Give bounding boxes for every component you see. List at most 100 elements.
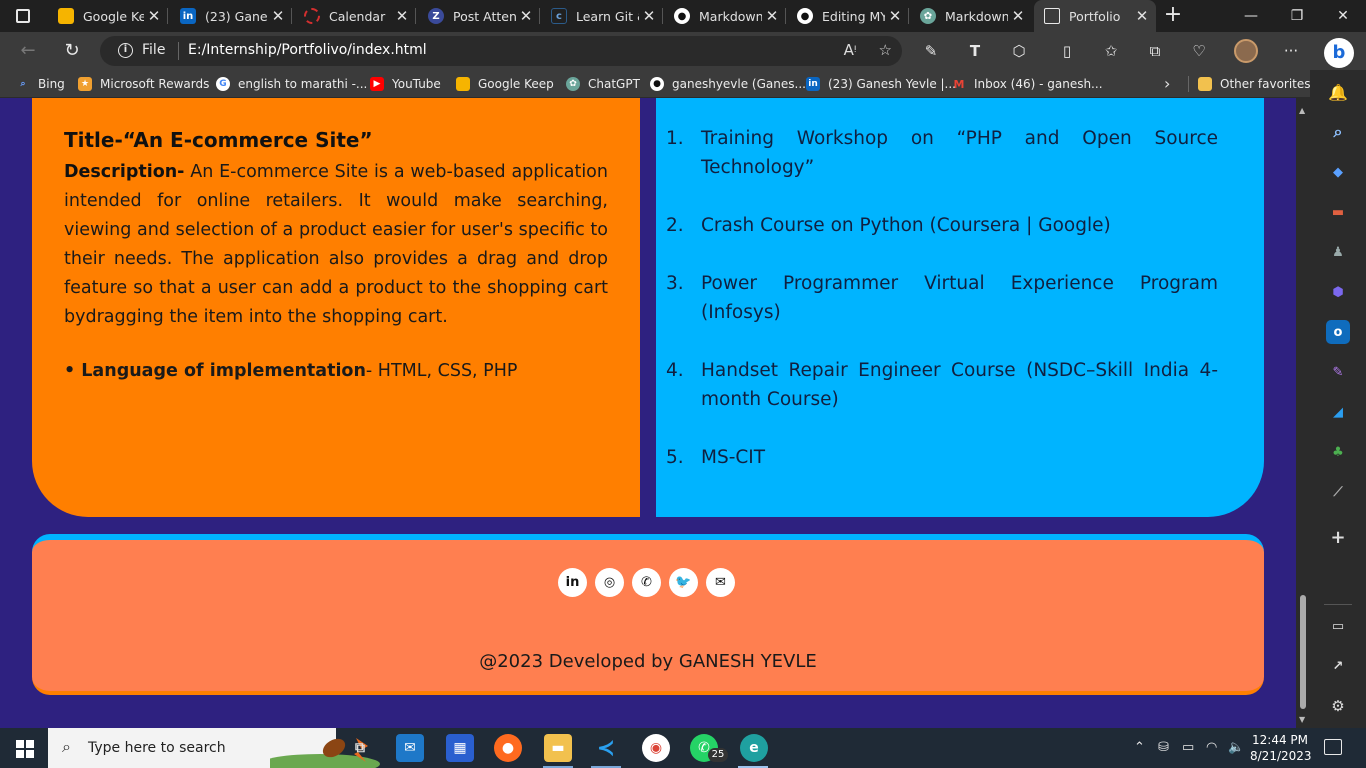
restore-button[interactable]: ❐ [1274, 0, 1320, 32]
vscode-icon[interactable]: ≺ [592, 734, 620, 762]
address-bar[interactable]: i File E:/Internship/Portfolivo/index.ht… [100, 36, 902, 66]
close-tab-icon[interactable]: ✕ [1008, 7, 1028, 25]
close-tab-icon[interactable]: ✕ [639, 7, 659, 25]
firefox-icon[interactable]: ● [494, 734, 522, 762]
tab-portfolio[interactable]: Portfolio ✕ [1034, 0, 1156, 32]
other-favorites[interactable]: Other favorites [1198, 76, 1311, 92]
url-text[interactable]: E:/Internship/Portfolivo/index.html [188, 42, 427, 58]
send-icon[interactable]: ◢ [1326, 400, 1350, 424]
chrome-icon[interactable]: ◉ [642, 734, 670, 762]
games-icon[interactable]: ♟ [1326, 240, 1350, 264]
favorite-star-icon[interactable]: ☆ [879, 41, 892, 59]
scrollbar-thumb[interactable] [1300, 595, 1306, 709]
tab-learn-git[interactable]: c Learn Git & ✕ [541, 0, 663, 32]
close-tab-icon[interactable]: ✕ [885, 7, 905, 25]
open-external-icon[interactable]: ↗ [1326, 654, 1350, 678]
mail-app-icon[interactable]: ✉ [396, 734, 424, 762]
search-icon[interactable]: ⌕ [1326, 120, 1350, 144]
split-screen-icon[interactable]: ▯ [1056, 40, 1078, 62]
profile-avatar[interactable] [1234, 39, 1258, 63]
ruler-icon[interactable]: ⟋ [1326, 480, 1350, 504]
task-view-icon[interactable]: ⧉ [346, 734, 374, 762]
tab-google-keep[interactable]: Google Ke ✕ [48, 0, 168, 32]
tools-briefcase-icon[interactable]: ▬ [1326, 200, 1350, 224]
read-aloud-icon[interactable]: Aᵎ [844, 41, 857, 59]
extensions-icon[interactable]: ⬡ [1008, 40, 1030, 62]
microsoft365-icon[interactable]: ⬢ [1326, 280, 1350, 304]
scroll-down-icon[interactable]: ▼ [1299, 715, 1305, 724]
designer-icon[interactable]: ✎ [1326, 360, 1350, 384]
tab-calendar[interactable]: Calendar ✕ [294, 0, 416, 32]
minimize-button[interactable]: — [1228, 0, 1274, 32]
usb-device-icon[interactable]: ⛁ [1158, 740, 1169, 755]
tab-markdown-github[interactable]: ● Markdown ✕ [664, 0, 786, 32]
linkedin-icon[interactable]: in [558, 568, 587, 597]
tab-post-attendance[interactable]: Z Post Atten ✕ [418, 0, 540, 32]
tab-actions-menu-icon[interactable] [14, 7, 32, 25]
fav-youtube[interactable]: ▶ YouTube [370, 76, 441, 92]
twitter-icon[interactable]: 🐦 [669, 568, 698, 597]
close-tab-icon[interactable]: ✕ [1132, 7, 1152, 25]
show-hidden-icons-chevron[interactable]: ⌃ [1134, 740, 1145, 755]
close-tab-icon[interactable]: ✕ [516, 7, 536, 25]
tab-markdown-chatgpt[interactable]: ✿ Markdown ✕ [910, 0, 1032, 32]
notification-center-icon[interactable] [1324, 739, 1342, 755]
fav-microsoft-rewards[interactable]: ★ Microsoft Rewards [78, 76, 209, 92]
edge-sidebar: 🔔 ⌕ ◆ ▬ ♟ ⬢ o ✎ ◢ ♣ ⟋ + ▭ ↗ ⚙ [1310, 70, 1366, 728]
tab-linkedin[interactable]: in (23) Ganes ✕ [170, 0, 292, 32]
close-tab-icon[interactable]: ✕ [268, 7, 288, 25]
fav-google-keep[interactable]: Google Keep [456, 76, 554, 92]
microsoft-store-icon[interactable]: ▦ [446, 734, 474, 762]
close-window-button[interactable]: ✕ [1320, 0, 1366, 32]
list-item: 1. Training Workshop on “PHP and Open Sou… [666, 128, 1218, 178]
taskbar-search-input[interactable]: ⌕ Type here to search [48, 728, 380, 768]
shopping-tag-icon[interactable]: ◆ [1326, 160, 1350, 184]
battery-icon[interactable]: ▭ [1182, 740, 1194, 755]
list-item: 5. MS-CIT [666, 447, 766, 468]
page-scrollbar[interactable]: ▲ ▼ [1296, 98, 1310, 728]
new-tab-button[interactable]: + [1162, 4, 1184, 26]
fav-github[interactable]: ● ganeshyevle (Ganes... [650, 76, 806, 92]
outlook-icon[interactable]: o [1326, 320, 1350, 344]
paint-brush-extension-icon[interactable]: ✎ [920, 40, 942, 62]
instagram-icon[interactable]: ◎ [595, 568, 624, 597]
fav-linkedin[interactable]: in (23) Ganesh Yevle |... [806, 76, 956, 92]
hide-sidebar-icon[interactable]: ▭ [1326, 614, 1350, 638]
bing-copilot-icon[interactable]: b [1324, 38, 1354, 68]
tree-icon[interactable]: ♣ [1326, 440, 1350, 464]
chevron-right-icon[interactable]: › [1164, 74, 1170, 93]
browser-essentials-icon[interactable]: ♡ [1188, 40, 1210, 62]
close-tab-icon[interactable]: ✕ [762, 7, 782, 25]
text-extension-icon[interactable]: T [964, 40, 986, 62]
favorites-icon[interactable]: ✩ [1100, 40, 1122, 62]
back-arrow-icon[interactable]: ← [18, 41, 38, 61]
volume-icon[interactable]: 🔈 [1228, 740, 1244, 755]
windows-start-icon[interactable] [16, 740, 34, 758]
close-tab-icon[interactable]: ✕ [144, 7, 164, 25]
portfolio-page: Title-“An E-commerce Site” Description- … [0, 98, 1296, 728]
collections-icon[interactable]: ⧉ [1144, 40, 1166, 62]
email-icon[interactable]: ✉ [706, 568, 735, 597]
file-explorer-icon[interactable]: ▬ [544, 734, 572, 762]
tab-editing-readme[interactable]: ● Editing MY ✕ [787, 0, 909, 32]
youtube-icon: ▶ [370, 77, 384, 91]
close-tab-icon[interactable]: ✕ [392, 7, 412, 25]
social-links: in ◎ ✆ 🐦 ✉ [558, 568, 735, 597]
system-clock[interactable]: 12:44 PM 8/21/2023 [1250, 732, 1312, 764]
settings-gear-icon[interactable]: ⚙ [1326, 694, 1350, 718]
wifi-icon[interactable]: ◠ [1206, 740, 1217, 755]
more-menu-icon[interactable]: ··· [1280, 40, 1302, 62]
whatsapp-icon[interactable]: ✆ [632, 568, 661, 597]
add-sidebar-app-icon[interactable]: + [1326, 525, 1350, 549]
edge-icon[interactable]: e [740, 734, 768, 762]
notifications-bell-icon[interactable]: 🔔 [1326, 80, 1350, 104]
github-icon: ● [650, 77, 664, 91]
project-description: Description- An E-commerce Site is a web… [64, 162, 608, 327]
fav-bing[interactable]: ⌕ Bing [16, 76, 64, 92]
fav-english-to-marathi[interactable]: Genglish to marathi -... [216, 76, 367, 92]
fav-chatgpt[interactable]: ✿ ChatGPT [566, 76, 640, 92]
info-icon[interactable]: i [118, 43, 133, 58]
fav-gmail[interactable]: M Inbox (46) - ganesh... [952, 76, 1103, 92]
scroll-up-icon[interactable]: ▲ [1299, 106, 1305, 115]
refresh-icon[interactable]: ↻ [62, 41, 82, 61]
